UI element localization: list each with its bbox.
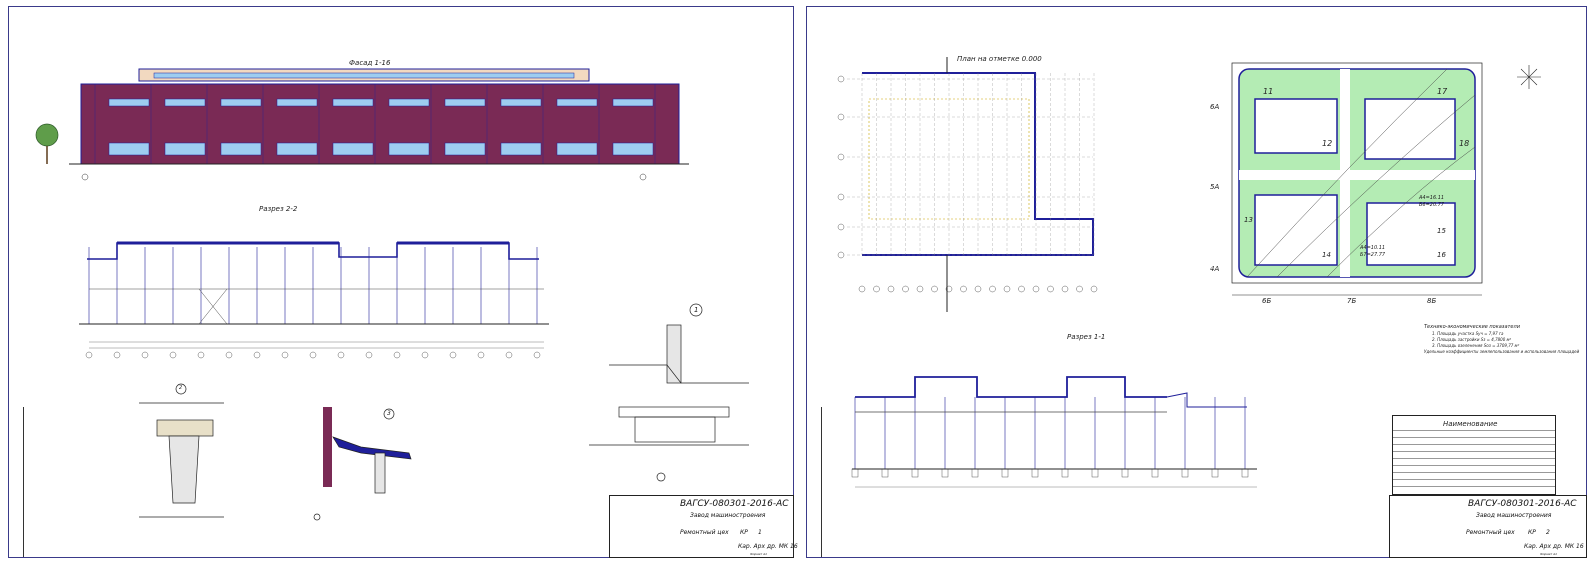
node-label-3: 3 — [387, 410, 391, 417]
node-1-detail — [589, 303, 749, 482]
node-3-detail — [313, 407, 412, 521]
tep-line-4: Удельные коэффициенты землепользования и… — [1424, 349, 1580, 354]
section11-title: Разрез 1-1 — [1067, 333, 1106, 341]
site-bldg-15: 15 — [1437, 227, 1446, 235]
drawing-sheet-1: Фасад 1-16 Разрез 2-2 2 3 1 ВАГСУ-080301… — [8, 6, 798, 558]
site-dim-8b: 8Б — [1427, 297, 1437, 305]
facade-title: Фасад 1-16 — [349, 59, 391, 67]
title-stage: КР — [740, 529, 748, 536]
node-column-detail — [139, 383, 224, 518]
title2-name: Ремонтный цех — [1466, 529, 1515, 536]
north-arrow — [1517, 65, 1541, 89]
site-plan — [1231, 62, 1483, 296]
title-org: Кар. Арх др. МК 16 — [738, 543, 798, 550]
title2-code: ВАГСУ-080301-2016-АС — [1468, 499, 1577, 509]
site-dim-7b: 7Б — [1347, 297, 1357, 305]
site-axis-5a: 5А — [1210, 183, 1220, 191]
node-label-1: 1 — [694, 306, 699, 314]
title-format: Формат А1 — [750, 552, 768, 556]
title2-org: Кар. Арх др. МК 16 — [1524, 543, 1584, 550]
site-mark-4: Б7=27.77 — [1360, 252, 1386, 258]
section-2-2 — [79, 241, 549, 359]
tep-line-1: 1. Площадь участка Sуч = 7,97 га — [1432, 331, 1504, 336]
site-bldg-18: 18 — [1459, 139, 1470, 148]
site-dim-6b: 6Б — [1262, 297, 1272, 305]
site-mark-2: Б6=20.77 — [1419, 202, 1445, 208]
legend-header: Наименование — [1443, 420, 1498, 428]
site-bldg-12: 12 — [1322, 139, 1333, 148]
site-bldg-17: 17 — [1437, 87, 1448, 96]
title2-stage: КР — [1528, 529, 1536, 536]
node-label-2: 2 — [179, 385, 183, 391]
facade-elevation — [35, 68, 689, 181]
site-bldg-16: 16 — [1437, 251, 1446, 259]
title2-sheet: 2 — [1546, 529, 1550, 536]
title2-project: Завод машиностроения — [1476, 512, 1552, 519]
legend-row — [1393, 486, 1555, 494]
site-bldg-14: 14 — [1322, 251, 1331, 259]
sheet1-drawing — [35, 68, 749, 521]
tep-title: Технико-экономические показатели — [1424, 324, 1520, 330]
title-project: Завод машиностроения — [690, 512, 766, 519]
site-mark-1: А4=16.11 — [1419, 195, 1445, 201]
title-block-2: ВАГСУ-080301-2016-АС Завод машиностроени… — [1389, 495, 1587, 558]
tep-line-3: 3. Площадь озеленения Sоз = 3709,77 м² — [1432, 343, 1520, 348]
plan-title: План на отметке 0.000 — [957, 55, 1042, 63]
section-title: Разрез 2-2 — [259, 205, 298, 213]
title2-format: Формат А1 — [1540, 552, 1558, 556]
tep-line-2: 2. Площадь застройки Sз = 4,7800 м² — [1432, 337, 1512, 342]
drawing-sheet-2: План на отметке 0.000 Разрез 1-1 11 17 1… — [806, 6, 1587, 558]
site-bldg-13: 13 — [1244, 216, 1253, 224]
title-code: ВАГСУ-080301-2016-АС — [680, 499, 789, 509]
title-name: Ремонтный цех — [680, 529, 729, 536]
section-1-1 — [851, 376, 1257, 488]
site-axis-6a: 6А — [1210, 103, 1220, 111]
title-block: ВАГСУ-080301-2016-АС Завод машиностроени… — [609, 495, 798, 558]
legend-table: Наименование — [1392, 415, 1556, 495]
site-bldg-11: 11 — [1263, 87, 1274, 96]
floor-plan — [837, 57, 1098, 312]
title-sheet: 1 — [758, 529, 762, 536]
site-axis-4a: 4А — [1210, 265, 1220, 273]
site-mark-3: А4=10.11 — [1360, 245, 1386, 251]
